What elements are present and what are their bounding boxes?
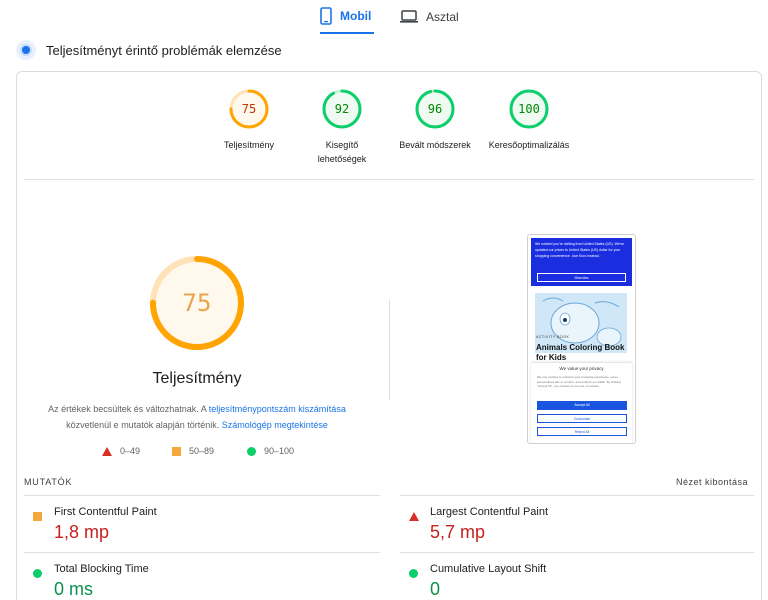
page-screenshot-preview: We noticed you're visiting from United S… xyxy=(527,234,636,444)
dismiss-button: Dismiss xyxy=(537,273,626,282)
expand-view-toggle[interactable]: Nézet kibontása xyxy=(676,477,748,487)
metric-value: 5,7 mp xyxy=(430,522,486,542)
legend-average-label: 50–89 xyxy=(189,446,215,456)
tab-desktop-label: Asztal xyxy=(426,10,459,24)
score-calculation-link[interactable]: teljesítménypontszám kiszámítása xyxy=(209,404,346,414)
circle-icon xyxy=(33,565,42,583)
gauge-ring: 92 xyxy=(322,89,362,129)
currency-banner: We noticed you're visiting from United S… xyxy=(531,238,632,286)
metric-label: Cumulative Layout Shift xyxy=(430,563,547,575)
metric-value: 0 xyxy=(430,579,441,599)
metric-label: First Contentful Paint xyxy=(54,506,157,518)
calculator-link[interactable]: Számológép megtekintése xyxy=(222,420,328,430)
gauge-performance[interactable]: 75 Teljesítmény xyxy=(204,88,294,152)
metrics-divider xyxy=(400,552,754,553)
tab-mobile-label: Mobil xyxy=(340,9,372,23)
gauge-ring: 100 xyxy=(509,89,549,129)
triangle-icon xyxy=(102,446,112,456)
circle-icon xyxy=(409,565,418,583)
gauge-ring: 75 xyxy=(229,89,269,129)
gauge-value: 75 xyxy=(242,102,256,116)
triangle-icon xyxy=(409,508,419,526)
metric-value: 1,8 mp xyxy=(54,522,110,542)
gauge-seo[interactable]: 100 Keresőoptimalizálás xyxy=(484,88,574,152)
section-header: Teljesítményt érintő problémák elemzése xyxy=(16,40,282,60)
banner-text: We noticed you're visiting from United S… xyxy=(535,242,625,258)
preview-headline: Animals Coloring Book for Kids xyxy=(536,343,625,362)
performance-dot-icon xyxy=(16,40,36,60)
legend-pass-label: 90–100 xyxy=(264,446,295,456)
smartphone-icon xyxy=(320,7,332,25)
legend-pass: 90–100 xyxy=(247,446,294,456)
note-prefix: Az értékek becsültek és változhatnak. A xyxy=(48,404,209,414)
gauge-value: 100 xyxy=(518,102,540,116)
square-icon xyxy=(33,508,42,526)
gauge-label: Kisegítő lehetőségek xyxy=(317,140,367,164)
score-legend: 0–49 50–89 90–100 xyxy=(0,446,768,460)
device-tabs: Mobil Asztal xyxy=(0,0,768,34)
accept-all-button: Accept All xyxy=(537,401,627,410)
square-icon xyxy=(172,446,181,456)
gauge-accessibility[interactable]: 92 Kisegítő lehetőségek xyxy=(297,88,387,166)
tab-mobile[interactable]: Mobil xyxy=(320,0,374,34)
metric-label: Largest Contentful Paint xyxy=(430,506,549,518)
reject-all-button: Reject All xyxy=(537,427,627,436)
tab-desktop[interactable]: Asztal xyxy=(400,0,460,34)
metrics-divider xyxy=(400,495,754,496)
cookie-modal: We value your privacy We use cookies to … xyxy=(531,363,632,443)
modal-title: We value your privacy xyxy=(559,366,604,371)
performance-note: Az értékek becsültek és változhatnak. A … xyxy=(30,401,364,433)
metrics-divider xyxy=(24,552,380,553)
metric-value: 0 ms xyxy=(54,579,94,599)
gauge-ring: 96 xyxy=(415,89,455,129)
performance-gauge-large: 75 xyxy=(148,254,246,352)
note-middle: közvetlenül e mutatók alapján történik. xyxy=(66,420,220,430)
page-title: Teljesítményt érintő problémák elemzése xyxy=(46,42,282,58)
customize-button: Customize xyxy=(537,414,627,423)
gauge-value: 96 xyxy=(428,102,442,116)
performance-score: 75 xyxy=(183,289,212,317)
gauge-value: 92 xyxy=(335,102,349,116)
performance-title: Teljesítmény xyxy=(152,370,242,387)
legend-average: 50–89 xyxy=(172,446,214,456)
modal-text: We use cookies to enhance your browsing … xyxy=(537,375,621,388)
score-gauges: 75 Teljesítmény 92 Kisegítő lehetőségek … xyxy=(0,88,768,168)
circle-icon xyxy=(247,446,256,456)
gauge-label: Teljesítmény xyxy=(223,140,275,150)
gauge-best-practices[interactable]: 96 Bevált módszerek xyxy=(390,88,480,152)
gauge-label: Bevált módszerek xyxy=(399,140,471,150)
metrics-heading: MUTATÓK xyxy=(24,477,73,487)
gauge-label: Keresőoptimalizálás xyxy=(488,140,570,150)
divider xyxy=(24,179,754,180)
vertical-divider xyxy=(389,300,390,400)
legend-fail-label: 0–49 xyxy=(120,446,141,456)
legend-fail: 0–49 xyxy=(102,446,140,456)
laptop-icon xyxy=(400,10,418,24)
metrics-divider xyxy=(24,495,380,496)
metric-label: Total Blocking Time xyxy=(54,563,149,575)
preview-kicker: ACTIVITY BOOK xyxy=(536,335,570,339)
